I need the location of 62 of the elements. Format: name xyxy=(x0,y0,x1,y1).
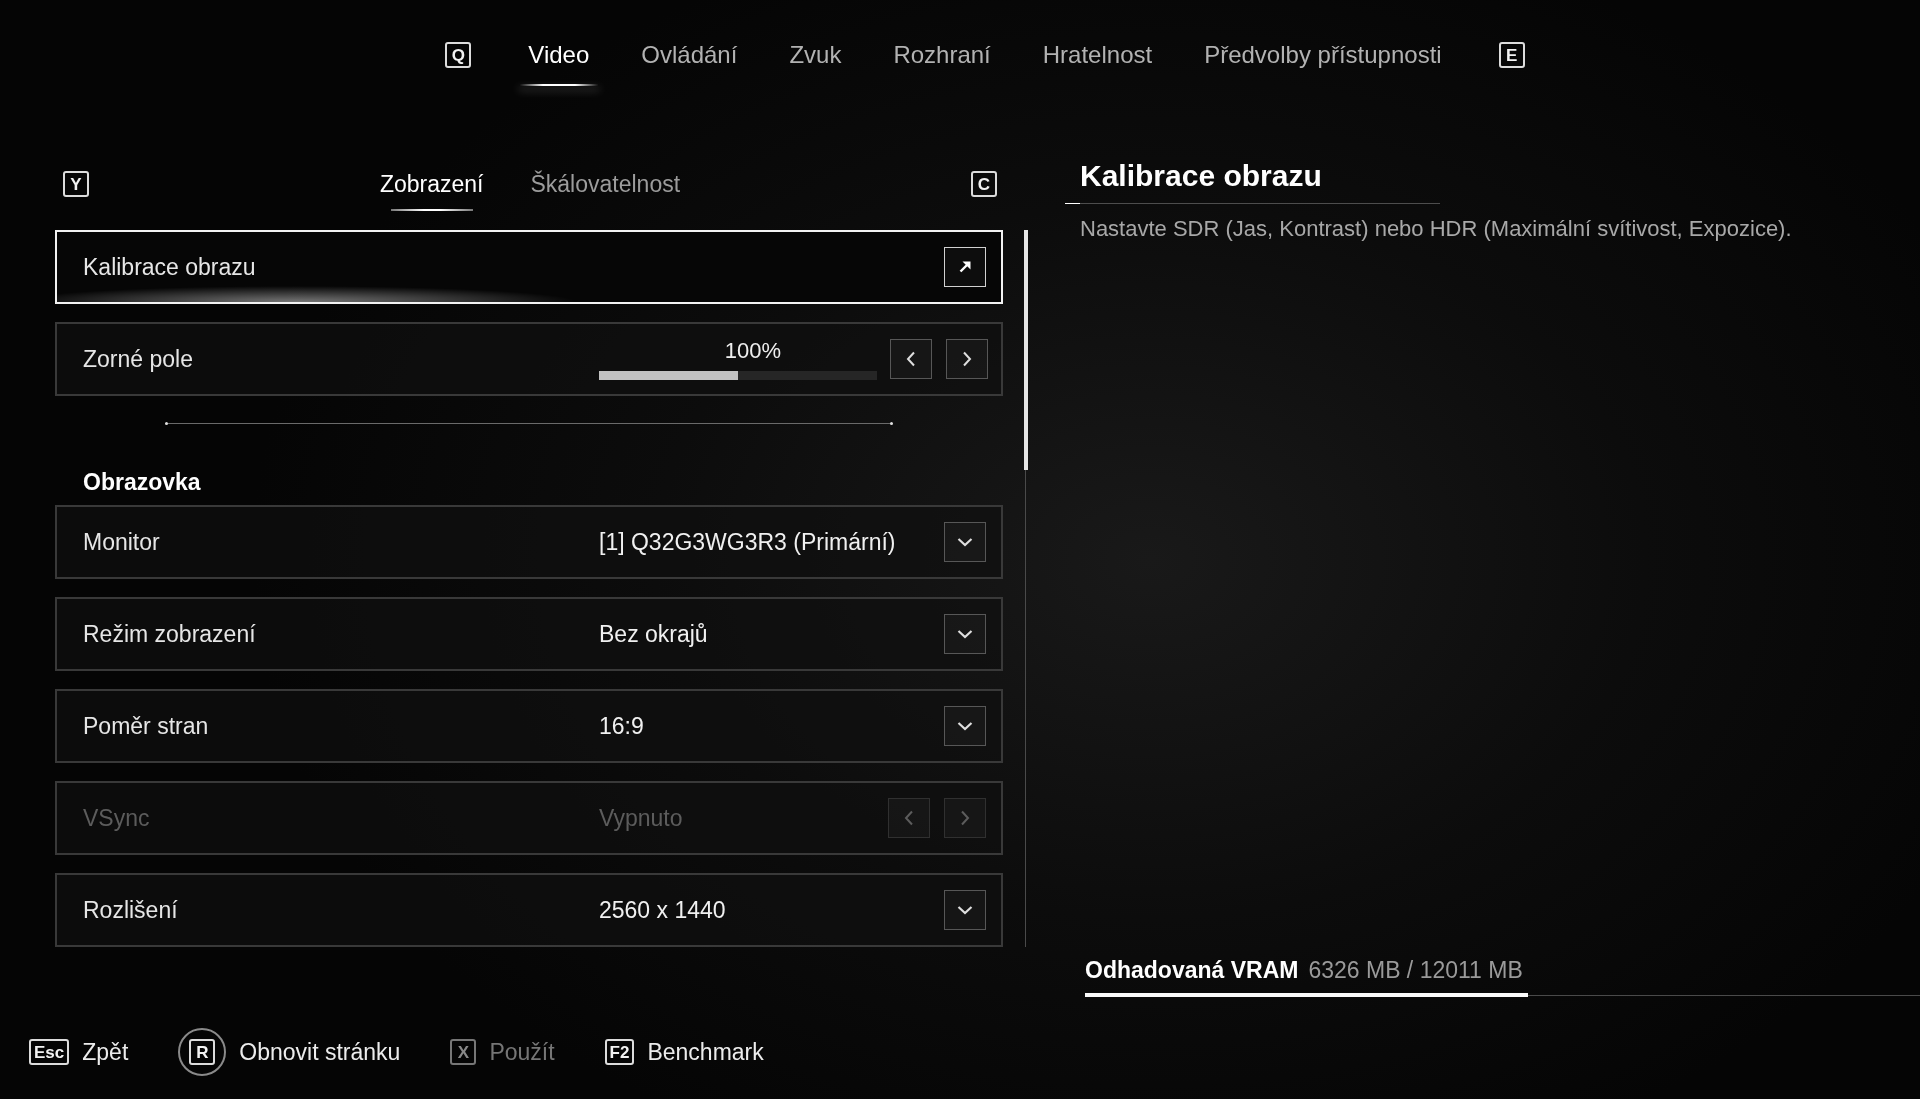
tab[interactable]: Hratelnost xyxy=(1024,40,1171,100)
chevron-right-icon xyxy=(960,810,970,826)
detail-title: Kalibrace obrazu xyxy=(1079,158,1322,194)
chevron-down-icon xyxy=(957,629,973,639)
tab[interactable]: Ovládání xyxy=(623,40,756,100)
setting-row[interactable]: Rozlišení 2560 x 1440 xyxy=(55,873,1003,947)
setting-row[interactable]: Zorné pole 100% xyxy=(55,322,1003,396)
next-button[interactable] xyxy=(946,339,988,379)
open-button[interactable] xyxy=(944,247,986,287)
key-cap: Y xyxy=(63,171,89,197)
slider-track[interactable] xyxy=(599,370,877,380)
dropdown-button[interactable] xyxy=(944,522,986,562)
key-cap: C xyxy=(971,171,997,197)
vram-label: Odhadovaná VRAM xyxy=(1085,956,1299,985)
setting-row[interactable]: Poměr stran 16:9 xyxy=(55,689,1003,763)
chevron-down-icon xyxy=(957,721,973,731)
setting-label: VSync xyxy=(83,804,151,832)
chevron-left-icon xyxy=(906,351,916,367)
tab[interactable]: Rozhraní xyxy=(875,40,1009,100)
dropdown-button[interactable] xyxy=(944,706,986,746)
arrow-up-right-icon xyxy=(958,260,972,274)
scrollbar[interactable] xyxy=(1022,230,1029,947)
chevron-down-icon xyxy=(957,905,973,915)
scrollbar-thumb[interactable] xyxy=(1023,230,1028,470)
setting-value: Bez okrajů xyxy=(599,620,709,648)
setting-value: Vypnuto xyxy=(599,804,684,832)
tab[interactable]: Předvolby přístupnosti xyxy=(1186,40,1460,100)
setting-label: Zorné pole xyxy=(83,345,194,373)
key-cap: E xyxy=(1498,42,1525,68)
previous-button[interactable] xyxy=(890,339,932,379)
setting-label: Poměr stran xyxy=(83,712,210,740)
setting-value: 16:9 xyxy=(599,712,645,740)
setting-row[interactable]: Kalibrace obrazu xyxy=(55,230,1003,304)
key-cap: F2 xyxy=(604,1039,635,1065)
section-heading: Obrazovka xyxy=(83,468,201,496)
setting-label: Kalibrace obrazu xyxy=(83,253,257,281)
tab[interactable]: Zobrazení xyxy=(367,166,496,216)
chevron-down-icon xyxy=(957,537,973,547)
setting-label: Monitor xyxy=(83,528,161,556)
detail-description: Nastavte SDR (Jas, Kontrast) nebo HDR (Maximální svítivost, Expozice). xyxy=(1080,216,1792,242)
setting-value: [1] Q32G3WG3R3 (Primární) xyxy=(599,528,897,556)
chevron-right-icon xyxy=(962,351,972,367)
tab[interactable]: Video xyxy=(510,40,608,100)
tab[interactable]: Škálovatelnost xyxy=(518,166,693,216)
key-cap: Esc xyxy=(29,1039,70,1065)
footer-action-button[interactable]: F2 Benchmark xyxy=(604,1038,764,1066)
dropdown-button[interactable] xyxy=(944,890,986,930)
key-cap: Q xyxy=(445,42,472,68)
dropdown-button[interactable] xyxy=(944,614,986,654)
setting-label: Režim zobrazení xyxy=(83,620,257,648)
setting-value: 100% xyxy=(723,338,782,363)
chevron-left-icon xyxy=(904,810,914,826)
setting-value: 2560 x 1440 xyxy=(599,896,727,924)
tab[interactable]: Zvuk xyxy=(771,40,860,100)
footer-action-button[interactable]: Esc Zpět xyxy=(29,1038,129,1066)
footer-action-button[interactable]: R Obnovit stránku xyxy=(178,1028,401,1076)
key-cap: X xyxy=(450,1039,477,1065)
setting-label: Rozlišení xyxy=(83,896,179,924)
setting-row[interactable]: Monitor [1] Q32G3WG3R3 (Primární) xyxy=(55,505,1003,579)
vram-reading: 6326 MB / 12011 MB xyxy=(1308,956,1523,985)
setting-row[interactable]: Režim zobrazení Bez okrajů xyxy=(55,597,1003,671)
key-cap: R xyxy=(178,1028,227,1076)
